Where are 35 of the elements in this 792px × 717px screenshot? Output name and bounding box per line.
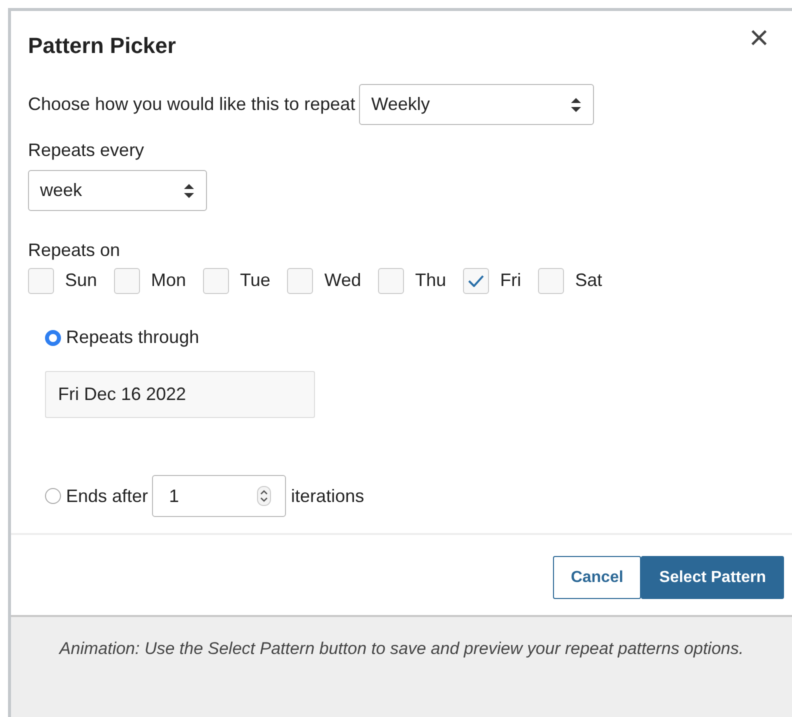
- field-label: Repeats on: [28, 239, 122, 262]
- checkbox[interactable]: [203, 268, 230, 294]
- updown-caret-icon: [570, 96, 582, 112]
- number-field[interactable]: 1: [152, 475, 286, 517]
- day-label: Thu: [415, 269, 446, 292]
- checkbox[interactable]: [114, 268, 140, 294]
- spinner-icon[interactable]: [257, 486, 272, 506]
- dialog-title: Pattern Picker: [28, 32, 176, 60]
- date-field[interactable]: Fri Dec 16 2022: [45, 371, 315, 418]
- option-label: Ends after: [66, 484, 148, 508]
- checkbox[interactable]: [378, 268, 404, 294]
- day-label: Tue: [240, 269, 270, 292]
- field-label: Choose how you would like this to repeat: [28, 93, 356, 116]
- option-label: Repeats through: [66, 326, 200, 349]
- day-label: Wed: [324, 269, 362, 292]
- close-button[interactable]: ×: [749, 25, 769, 51]
- day-label: Fri: [500, 269, 522, 292]
- day-label: Sun: [65, 269, 98, 292]
- cancel-button[interactable]: Cancel: [552, 556, 642, 599]
- updown-caret-icon: [183, 182, 195, 198]
- caption: Animation: Use the Select Pattern button to save and preview your repeat patterns options.: [58, 638, 745, 660]
- checkbox[interactable]: [463, 268, 490, 294]
- checkbox[interactable]: [28, 268, 54, 294]
- day-label: Mon: [151, 269, 186, 292]
- field-label: Repeats every: [28, 139, 146, 162]
- radio-button[interactable]: [45, 330, 61, 346]
- day-label: Sat: [575, 269, 602, 292]
- checkbox[interactable]: [538, 268, 564, 294]
- select-pattern-button[interactable]: Select Pattern: [641, 556, 784, 599]
- radio-button[interactable]: [45, 488, 61, 504]
- check-icon: [468, 274, 484, 286]
- field-suffix: iterations: [291, 484, 364, 508]
- repeat-select[interactable]: Weekly: [359, 84, 594, 125]
- interval-select[interactable]: week: [28, 170, 207, 211]
- checkbox[interactable]: [287, 268, 314, 294]
